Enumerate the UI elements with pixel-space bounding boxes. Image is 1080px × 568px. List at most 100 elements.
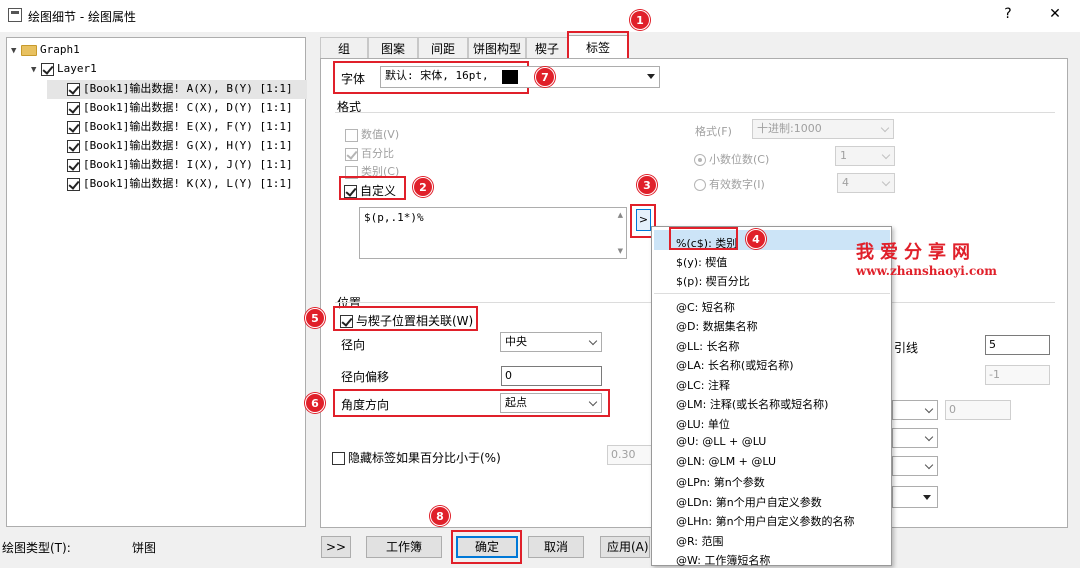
menu-item[interactable]: $(p): 楔百分比	[676, 273, 750, 289]
radial-offset-input[interactable]: 0	[501, 366, 602, 386]
menu-item[interactable]: @U: @LL + @LU	[676, 435, 766, 448]
apply-button[interactable]: 应用(A)	[600, 536, 650, 558]
radial-value: 中央	[505, 335, 527, 348]
layer-checkbox[interactable]	[41, 62, 54, 76]
hide-checkbox[interactable]	[332, 452, 345, 465]
annotation-box-menu-item	[669, 227, 738, 250]
font-label: 字体	[341, 72, 366, 86]
expand-button[interactable]: >>	[321, 536, 351, 558]
menu-item[interactable]: @LPn: 第n个参数	[676, 474, 765, 490]
tab-group[interactable]: 组	[320, 37, 368, 59]
menu-item[interactable]: @LN: @LM + @LU	[676, 455, 776, 468]
custom-label: 自定义	[360, 184, 397, 198]
tree-plot-item[interactable]: [Book1]输出数据! K(X), L(Y) [1:1]	[67, 174, 293, 193]
window-title: 绘图细节 - 绘图属性	[28, 10, 136, 24]
tree-layer[interactable]: ▼ Layer1	[31, 59, 97, 78]
scroll-down-icon[interactable]: ▼	[618, 247, 623, 255]
menu-item[interactable]: @LU: 单位	[676, 416, 730, 432]
app-icon	[8, 8, 22, 22]
menu-item[interactable]: @C: 短名称	[676, 299, 735, 315]
tab-pie-geometry[interactable]: 饼图构型	[468, 37, 526, 59]
menu-item[interactable]: @LC: 注释	[676, 377, 730, 393]
value-checkbox-row[interactable]: 数值(V)	[345, 126, 399, 142]
extra-input[interactable]: 0	[945, 400, 1011, 420]
extra-select-2[interactable]	[892, 428, 938, 448]
plot-type-label: 绘图类型(T):	[2, 541, 71, 555]
menu-item[interactable]: @LL: 长名称	[676, 338, 739, 354]
decimal-places-row[interactable]: 小数位数(C)	[694, 151, 769, 167]
leader-neg-input[interactable]: -1	[985, 365, 1050, 385]
scroll-up-icon[interactable]: ▲	[618, 211, 623, 219]
custom-format-text: $(p,.1*)%	[364, 211, 424, 224]
cancel-button[interactable]: 取消	[528, 536, 584, 558]
hide-checkbox-row[interactable]: 隐藏标签如果百分比小于(%)	[332, 449, 501, 466]
menu-item[interactable]: @R: 范围	[676, 533, 724, 549]
menu-item[interactable]: @LHn: 第n个用户自定义参数的名称	[676, 513, 855, 529]
plot-item-label: [Book1]输出数据! I(X), J(Y) [1:1]	[83, 158, 293, 171]
font-select[interactable]: 默认: 宋体, 16pt,	[380, 66, 660, 88]
extra-select-3[interactable]	[892, 456, 938, 476]
font-color-swatch[interactable]	[502, 70, 518, 84]
chevron-down-icon[interactable]: ▼	[11, 42, 21, 61]
plot-checkbox[interactable]	[67, 101, 80, 115]
angle-value: 起点	[505, 396, 527, 409]
extra-select-1[interactable]	[892, 400, 938, 420]
ok-button[interactable]: 确定	[456, 536, 518, 558]
tree-plot-item[interactable]: [Book1]输出数据! I(X), J(Y) [1:1]	[67, 155, 293, 174]
tree-plot-item[interactable]: [Book1]输出数据! E(X), F(Y) [1:1]	[67, 117, 293, 136]
close-button[interactable]: ✕	[1045, 6, 1065, 22]
sig-digits-select[interactable]: 4	[837, 173, 895, 193]
chevron-down-icon	[924, 432, 934, 442]
menu-item[interactable]: @LM: 注释(或长名称或短名称)	[676, 396, 828, 412]
plot-checkbox[interactable]	[67, 158, 80, 172]
tree-graph[interactable]: ▼ Graph1	[11, 40, 80, 59]
tree-graph-label: Graph1	[40, 43, 80, 56]
leader-label: 引线	[894, 341, 919, 355]
link-checkbox-row[interactable]: 与楔子位置相关联(W)	[340, 312, 473, 329]
leader-input[interactable]: 5	[985, 335, 1050, 355]
plot-checkbox[interactable]	[67, 177, 80, 191]
format-select[interactable]: 十进制:1000	[752, 119, 894, 139]
annotation-badge-3: 3	[637, 175, 657, 195]
sig-digits-radio[interactable]	[694, 179, 706, 191]
decimal-places-radio[interactable]	[694, 154, 706, 166]
extra-select-4[interactable]	[892, 486, 938, 508]
tab-pattern[interactable]: 图案	[368, 37, 418, 59]
menu-item[interactable]: @LDn: 第n个用户自定义参数	[676, 494, 822, 510]
dropdown-arrow-icon	[923, 495, 931, 500]
annotation-badge-2: 2	[413, 177, 433, 197]
custom-format-textarea[interactable]: $(p,.1*)% ▲ ▼	[359, 207, 627, 259]
workbook-button[interactable]: 工作簿	[366, 536, 442, 558]
format-select-value: 十进制:1000	[757, 122, 822, 135]
menu-item[interactable]: $(y): 楔值	[676, 254, 727, 270]
insert-variable-button[interactable]: >	[636, 209, 651, 231]
radial-select[interactable]: 中央	[500, 332, 602, 352]
tab-spacing[interactable]: 间距	[418, 37, 468, 59]
decimal-value: 1	[840, 149, 847, 162]
menu-item[interactable]: @D: 数据集名称	[676, 318, 758, 334]
tree-plot-item[interactable]: [Book1]输出数据! C(X), D(Y) [1:1]	[67, 98, 293, 117]
custom-checkbox[interactable]	[344, 185, 357, 198]
percent-checkbox[interactable]	[345, 147, 358, 161]
plot-checkbox[interactable]	[67, 120, 80, 134]
dropdown-arrow-icon[interactable]	[647, 74, 655, 79]
link-checkbox[interactable]	[340, 315, 353, 328]
sig-digits-row[interactable]: 有效数字(I)	[694, 176, 765, 192]
annotation-badge-5: 5	[305, 308, 325, 328]
help-button[interactable]: ?	[998, 6, 1018, 22]
tab-wedge[interactable]: 楔子	[526, 37, 568, 59]
chevron-down-icon	[881, 177, 891, 187]
angle-select[interactable]: 起点	[500, 393, 602, 413]
menu-item[interactable]: @LA: 长名称(或短名称)	[676, 357, 794, 373]
hide-threshold-input[interactable]: 0.30	[607, 445, 652, 465]
custom-checkbox-row[interactable]: 自定义	[344, 182, 396, 199]
percent-checkbox-row[interactable]: 百分比	[345, 145, 394, 161]
value-checkbox[interactable]	[345, 128, 358, 142]
tree-plot-item[interactable]: [Book1]输出数据! A(X), B(Y) [1:1]	[67, 79, 293, 98]
decimal-places-select[interactable]: 1	[835, 146, 895, 166]
chevron-down-icon[interactable]: ▼	[31, 61, 41, 80]
annotation-badge-6: 6	[305, 393, 325, 413]
plot-checkbox[interactable]	[67, 139, 80, 153]
plot-checkbox[interactable]	[67, 82, 80, 96]
tree-plot-item[interactable]: [Book1]输出数据! G(X), H(Y) [1:1]	[67, 136, 293, 155]
